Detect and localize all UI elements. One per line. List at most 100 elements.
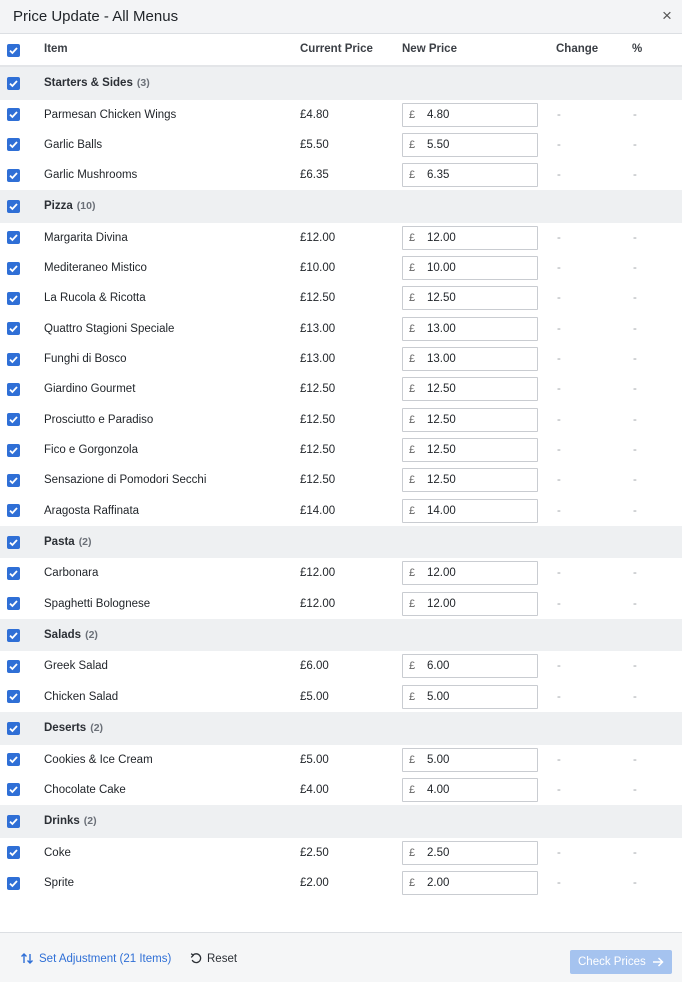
new-price-input[interactable]: £4.80 [402,102,538,127]
new-price-input[interactable]: £12.50 [402,377,538,402]
new-price-input[interactable]: £2.50 [402,840,538,865]
item-checkbox[interactable] [7,504,20,518]
price-change: - [557,231,561,244]
item-checkbox[interactable] [7,108,20,122]
price-change-percent: - [633,262,637,275]
currency-symbol: £ [409,567,416,580]
new-price-input[interactable]: £2.00 [402,870,538,895]
item-checkbox[interactable] [7,322,20,336]
column-header-percent[interactable]: % [632,43,642,55]
new-price-input[interactable]: £12.00 [402,591,538,616]
new-price-value: 5.50 [427,138,450,151]
table-row: Margarita Divina £12.00 £12.00- - [0,223,682,253]
column-header-current-price[interactable]: Current Price [300,43,373,55]
new-price-input[interactable]: £6.35 [402,163,538,188]
set-adjustment-button[interactable]: Set Adjustment (21 Items) [20,953,171,965]
group-count: (3) [136,77,150,89]
item-checkbox[interactable] [7,292,20,306]
new-price-input[interactable]: £12.50 [402,286,538,311]
group-checkbox[interactable] [7,535,20,549]
new-price-value: 2.50 [427,846,450,859]
item-checkbox[interactable] [7,846,20,860]
group-name: Pizza (10) [44,190,95,223]
group-name-label: Pizza [44,200,73,213]
item-checkbox[interactable] [7,382,20,396]
current-price: £4.80 [300,108,329,121]
close-icon[interactable]: × [658,7,676,25]
column-header-change[interactable]: Change [556,43,598,55]
select-all-checkbox[interactable] [7,44,20,57]
new-price-input[interactable]: £12.50 [402,437,538,462]
table-row: Mediteraneo Mistico £10.00 £10.00- - [0,253,682,283]
price-change-percent: - [633,231,637,244]
item-checkbox[interactable] [7,876,20,890]
item-name: Sensazione di Pomodori Secchi [44,474,207,487]
check-prices-button[interactable]: Check Prices [570,950,672,974]
price-change: - [557,660,561,673]
price-change-percent: - [633,138,637,151]
item-name: Sprite [44,876,75,889]
item-checkbox[interactable] [7,261,20,275]
item-checkbox[interactable] [7,753,20,767]
group-checkbox[interactable] [7,628,20,642]
new-price-value: 6.00 [427,660,450,673]
currency-symbol: £ [409,231,416,244]
new-price-input[interactable]: £12.50 [402,468,538,493]
item-checkbox[interactable] [7,660,20,674]
new-price-input[interactable]: £13.00 [402,347,538,372]
item-checkbox[interactable] [7,352,20,366]
table-row: Aragosta Raffinata £14.00 £14.00- - [0,496,682,526]
new-price-input[interactable]: £10.00 [402,256,538,281]
group-checkbox[interactable] [7,814,20,828]
item-name: Coke [44,846,71,859]
currency-symbol: £ [409,474,416,487]
table-row: Coke £2.50 £2.50- - [0,838,682,868]
item-checkbox[interactable] [7,443,20,457]
group-name: Salads (2) [44,619,98,652]
new-price-input[interactable]: £14.00 [402,498,538,523]
group-row: Salads (2) [0,618,682,652]
item-checkbox[interactable] [7,783,20,797]
current-price: £5.00 [300,753,329,766]
new-price-input[interactable]: £12.50 [402,407,538,432]
group-checkbox[interactable] [7,721,20,735]
new-price-value: 12.50 [427,443,456,456]
currency-symbol: £ [409,138,416,151]
currency-symbol: £ [409,443,416,456]
new-price-value: 12.50 [427,474,456,487]
new-price-input[interactable]: £5.50 [402,132,538,157]
group-row: Deserts (2) [0,712,682,745]
reset-label: Reset [207,953,238,965]
item-checkbox[interactable] [7,566,20,580]
column-header-new-price[interactable]: New Price [402,43,457,55]
new-price-input[interactable]: £12.00 [402,561,538,586]
new-price-input[interactable]: £6.00 [402,654,538,679]
group-name-label: Salads [44,628,82,641]
price-change-percent: - [633,876,637,889]
group-checkbox[interactable] [7,200,20,214]
new-price-input[interactable]: £4.00 [402,777,538,802]
table-row: Sprite £2.00 £2.00- - [0,868,682,898]
price-change: - [557,322,561,335]
currency-symbol: £ [409,876,416,889]
group-checkbox[interactable] [7,76,20,90]
item-checkbox[interactable] [7,473,20,487]
new-price-input[interactable]: £12.00 [402,225,538,250]
item-checkbox[interactable] [7,138,20,152]
new-price-input[interactable]: £13.00 [402,316,538,341]
new-price-input[interactable]: £5.00 [402,747,538,772]
item-checkbox[interactable] [7,413,20,427]
item-checkbox[interactable] [7,231,20,245]
item-checkbox[interactable] [7,597,20,611]
new-price-input[interactable]: £5.00 [402,684,538,709]
price-change: - [557,383,561,396]
item-checkbox[interactable] [7,168,20,182]
price-change: - [557,690,561,703]
price-change: - [557,292,561,305]
group-count: (10) [76,200,96,213]
currency-symbol: £ [409,753,416,766]
item-checkbox[interactable] [7,690,20,704]
column-header-item[interactable]: Item [44,43,68,55]
reset-button[interactable]: Reset [190,953,237,965]
table-row: Giardino Gourmet £12.50 £12.50- - [0,374,682,404]
